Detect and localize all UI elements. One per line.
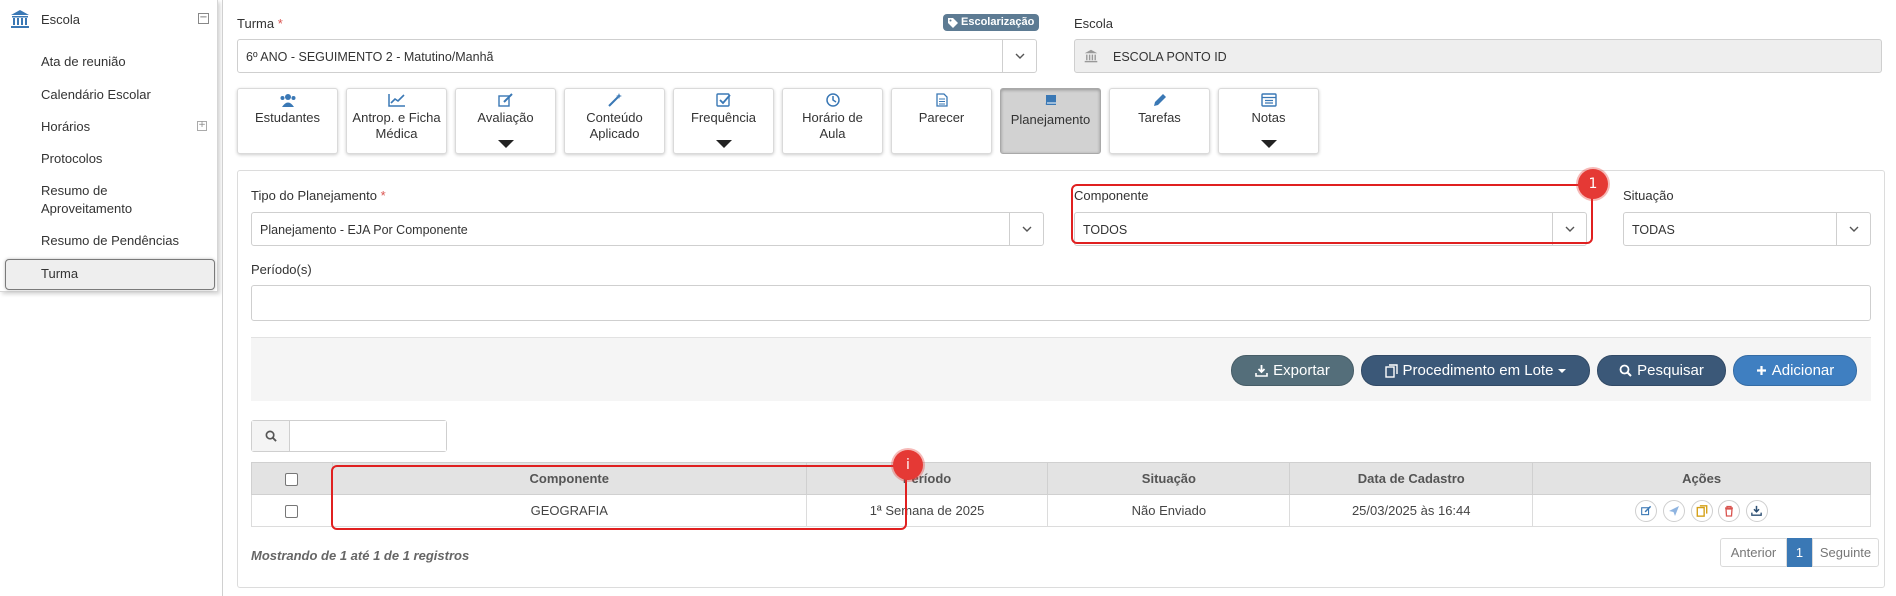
row-checkbox[interactable] (285, 505, 299, 519)
table-search (251, 420, 447, 452)
cell-data-cadastro: 25/03/2025 às 16:44 (1289, 494, 1534, 527)
turma-select[interactable]: 6º ANO - SEGUIMENTO 2 - Matutino/Manhã (237, 39, 1037, 73)
edit-icon (456, 93, 555, 109)
sidebar-header[interactable]: Escola − (0, 0, 217, 38)
copy-icon[interactable] (1690, 499, 1713, 522)
tipo-planejamento-value: Planejamento - EJA Por Componente (260, 223, 468, 237)
sidebar-item-resumo-pendencias[interactable]: Resumo de Pendências (41, 232, 179, 250)
collapse-icon[interactable]: − (198, 13, 209, 24)
escola-field: ESCOLA PONTO ID (1074, 39, 1882, 73)
periodo-label: Período(s) (251, 262, 312, 277)
prev-page-button[interactable]: Anterior (1720, 538, 1787, 567)
sidebar-item-ata[interactable]: Ata de reunião (41, 53, 126, 71)
pesquisar-button[interactable]: Pesquisar (1597, 355, 1726, 386)
pencil-icon (1110, 93, 1209, 109)
edit-icon[interactable] (1635, 499, 1658, 522)
chevron-down-icon[interactable] (1002, 40, 1036, 72)
sidebar-item-calendario[interactable]: Calendário Escolar (41, 86, 151, 104)
caret-down-icon[interactable] (715, 140, 732, 148)
action-bar: Exportar Procedimento em Lote Pesquisar … (251, 337, 1871, 401)
col-acoes: Ações (1532, 462, 1871, 495)
tab-antrop[interactable]: Antrop. e Ficha Médica (346, 88, 447, 154)
tipo-planejamento-label: Tipo do Planejamento * (251, 188, 386, 203)
periodo-input[interactable] (251, 285, 1871, 321)
sidebar-item-label: Turma (41, 266, 79, 281)
escolarizacao-badge: Escolarização (943, 14, 1040, 31)
file-text-icon (892, 93, 991, 109)
download-icon (1255, 365, 1268, 377)
cell-acoes (1532, 494, 1871, 527)
bank-icon (10, 9, 30, 29)
book-icon (1001, 93, 1100, 109)
table-search-input[interactable] (290, 421, 446, 451)
situacao-select[interactable]: TODAS (1623, 212, 1871, 246)
row-select-cell (251, 494, 333, 527)
pagination: Anterior 1 Seguinte (1720, 538, 1879, 567)
records-info: Mostrando de 1 até 1 de 1 registros (251, 548, 470, 563)
check-square-icon (674, 93, 773, 109)
caret-down-icon[interactable] (497, 140, 514, 148)
componente-column-callout (331, 465, 907, 530)
chevron-down-icon[interactable] (1009, 213, 1043, 245)
tab-conteudo[interactable]: Conteúdo Aplicado (564, 88, 665, 154)
clock-icon (783, 93, 882, 109)
main-panel: Turma * Escolarização 6º ANO - SEGUIMENT… (222, 0, 1896, 596)
bank-icon (1084, 49, 1098, 63)
sidebar-item-protocolos[interactable]: Protocolos (41, 150, 102, 168)
select-all-checkbox[interactable] (285, 473, 299, 487)
select-all-cell (251, 462, 333, 495)
download-icon[interactable] (1745, 499, 1768, 522)
page-1-button[interactable]: 1 (1787, 538, 1812, 567)
sidebar-item-turma[interactable]: Turma (5, 259, 215, 290)
callout-marker-1: 1 (1578, 169, 1608, 199)
escola-label: Escola (1074, 16, 1114, 31)
line-chart-icon (347, 93, 446, 109)
chevron-down-icon[interactable] (1836, 213, 1870, 245)
componente-callout (1071, 184, 1593, 244)
turma-label: Turma * (237, 16, 283, 31)
callout-marker-2: i (893, 450, 923, 480)
turma-value: 6º ANO - SEGUIMENTO 2 - Matutino/Manhã (246, 50, 494, 64)
procedimento-lote-button[interactable]: Procedimento em Lote (1361, 355, 1590, 386)
sidebar-title: Escola (41, 11, 81, 27)
copy-icon (1384, 363, 1398, 378)
users-icon (238, 93, 337, 109)
adicionar-button[interactable]: Adicionar (1733, 355, 1857, 386)
tab-parecer[interactable]: Parecer (891, 88, 992, 154)
search-icon[interactable] (252, 421, 290, 451)
exportar-button[interactable]: Exportar (1231, 355, 1354, 386)
situacao-value: TODAS (1632, 223, 1675, 237)
tag-icon (948, 17, 958, 28)
next-page-button[interactable]: Seguinte (1812, 538, 1879, 567)
sidebar-item-resumo-aproveitamento[interactable]: Resumo de Aproveitamento (41, 182, 151, 218)
escola-value: ESCOLA PONTO ID (1113, 50, 1227, 64)
sidebar-item-label: Horários (41, 119, 91, 134)
caret-down-icon[interactable] (1260, 140, 1277, 148)
situacao-label: Situação (1623, 188, 1674, 203)
sidebar: Escola − Ata de reunião Calendário Escol… (0, 0, 218, 292)
caret-down-icon (1558, 368, 1567, 373)
tab-frequencia[interactable]: Frequência (673, 88, 774, 154)
tab-planejamento[interactable]: Planejamento (1000, 88, 1101, 154)
tab-horario-aula[interactable]: Horário de Aula (782, 88, 883, 154)
expand-icon[interactable]: + (197, 121, 207, 131)
cell-situacao: Não Enviado (1047, 494, 1291, 527)
tipo-planejamento-select[interactable]: Planejamento - EJA Por Componente (251, 212, 1044, 246)
search-icon (1619, 364, 1632, 377)
col-situacao[interactable]: Situação (1047, 462, 1291, 495)
tab-estudantes[interactable]: Estudantes (237, 88, 338, 154)
tab-notas[interactable]: Notas (1218, 88, 1319, 154)
send-icon[interactable] (1662, 499, 1685, 522)
tab-avaliacao[interactable]: Avaliação (455, 88, 556, 154)
col-data-cadastro[interactable]: Data de Cadastro (1289, 462, 1534, 495)
list-icon (1219, 93, 1318, 109)
tab-tarefas[interactable]: Tarefas (1109, 88, 1210, 154)
plus-icon (1756, 366, 1766, 375)
sidebar-item-horarios[interactable]: Horários + (41, 118, 211, 136)
magic-wand-icon (565, 93, 664, 109)
trash-icon[interactable] (1718, 499, 1741, 522)
